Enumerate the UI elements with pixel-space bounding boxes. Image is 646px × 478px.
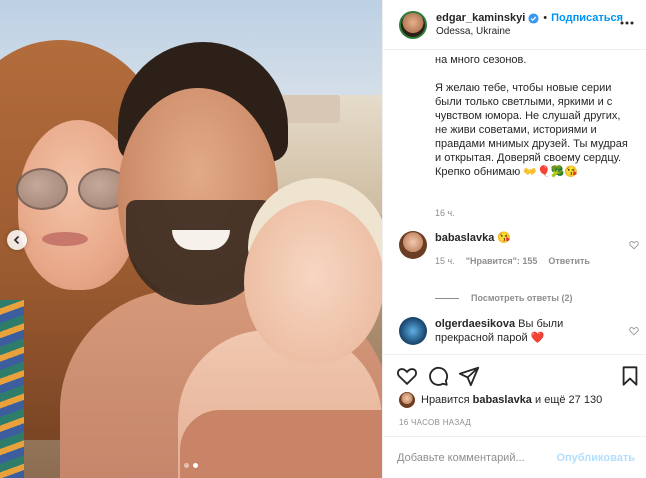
comment-time[interactable]: 15 ч. (435, 254, 455, 268)
separator-dot: • (543, 12, 548, 24)
comment-username[interactable]: olgerdaesikova (435, 318, 515, 330)
commenter-avatar[interactable] (399, 231, 427, 259)
comment-username[interactable]: babaslavka (435, 232, 494, 244)
post-side-panel: edgar_kaminskyi • Подписаться Odessa, Uk… (382, 0, 646, 478)
carousel-dot-active (193, 463, 198, 468)
carousel-indicator (184, 463, 198, 468)
likes-summary[interactable]: Нравится babaslavka и ещё 27 130 (399, 392, 602, 408)
post-header: edgar_kaminskyi • Подписаться Odessa, Uk… (383, 0, 646, 50)
caption-timestamp[interactable]: 16 ч. (435, 208, 455, 218)
view-replies-button[interactable]: Посмотреть ответы (2) (435, 293, 572, 303)
likes-count[interactable]: и ещё 27 130 (535, 394, 602, 406)
caption-line: Я желаю тебе, чтобы новые серии были тол… (435, 82, 628, 178)
comment-input[interactable] (397, 451, 557, 464)
save-bookmark-icon[interactable] (619, 365, 641, 387)
post-location[interactable]: Odessa, Ukraine (436, 26, 623, 37)
post-photo[interactable] (0, 0, 382, 478)
like-heart-icon[interactable] (396, 365, 418, 387)
author-username[interactable]: edgar_kaminskyi (436, 12, 525, 24)
photo-dress (0, 300, 24, 478)
photo-child-face (244, 200, 382, 365)
share-paper-plane-icon[interactable] (458, 365, 480, 387)
carousel-prev-button[interactable] (7, 230, 27, 250)
post-timestamp[interactable]: 16 ЧАСОВ НАЗАД (399, 418, 471, 427)
liker-avatar (399, 392, 415, 408)
photo-building (280, 95, 340, 123)
more-options-icon[interactable] (619, 15, 635, 31)
comment-text: 😘 (497, 232, 512, 244)
commenter-avatar[interactable] (399, 317, 427, 345)
comment-bubble-icon[interactable] (427, 365, 449, 387)
caption-line: на много сезонов. (435, 54, 527, 66)
publish-comment-button[interactable]: Опубликовать (556, 452, 635, 464)
photo-arm (180, 410, 382, 478)
comment-likes[interactable]: "Нравится": 155 (466, 254, 538, 268)
comment-item: babaslavka 😘 15 ч. "Нравится": 155 Ответ… (399, 231, 639, 268)
view-replies-label: Посмотреть ответы (2) (471, 293, 573, 303)
photo-woman-lips (42, 232, 88, 246)
likes-prefix: Нравится (421, 394, 470, 406)
verified-badge-icon (528, 12, 539, 24)
replies-line (435, 297, 459, 299)
author-avatar[interactable] (399, 10, 427, 39)
post-actions (383, 354, 646, 394)
carousel-dot (184, 463, 189, 468)
post-caption: на много сезонов. Я желаю тебе, чтобы но… (435, 53, 635, 193)
liker-username[interactable]: babaslavka (473, 394, 532, 406)
add-comment-bar: Опубликовать (383, 436, 646, 478)
comment-like-icon[interactable] (629, 326, 639, 336)
follow-button[interactable]: Подписаться (551, 12, 623, 24)
comment-item: olgerdaesikova Вы были прекрасной парой … (399, 317, 639, 345)
comment-like-icon[interactable] (629, 240, 639, 250)
comments-section[interactable]: на много сезонов. Я желаю тебе, чтобы но… (383, 51, 646, 353)
reply-button[interactable]: Ответить (548, 254, 590, 268)
photo-sunglasses (16, 168, 132, 214)
chevron-left-icon (13, 235, 20, 245)
